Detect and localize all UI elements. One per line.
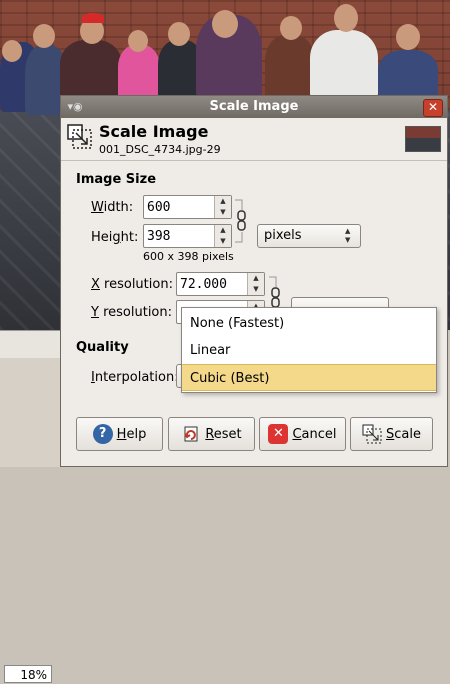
help-button[interactable]: ? Help <box>76 417 163 451</box>
photo-figure-head <box>212 10 238 38</box>
x-resolution-text: resolution: <box>99 277 173 292</box>
spin-down-icon[interactable]: ▼ <box>215 207 231 218</box>
interpolation-dropdown: None (Fastest) Linear Cubic (Best) <box>181 307 437 393</box>
dialog-window-title: Scale Image <box>209 99 299 114</box>
combo-arrows-icon: ▲ ▼ <box>345 227 351 244</box>
quality-section-label: Quality <box>76 340 129 355</box>
scale-icon <box>362 424 382 444</box>
reset-label: Reset <box>205 427 241 442</box>
spin-up-icon[interactable]: ▲ <box>215 196 231 207</box>
width-label-text: idth: <box>103 200 134 215</box>
image-thumbnail <box>405 126 441 152</box>
spin-up-icon[interactable]: ▲ <box>248 273 264 284</box>
dialog-titlebar[interactable]: ▾◉ Scale Image ✕ <box>61 96 447 118</box>
photo-figure <box>118 45 160 100</box>
photo-figure-head <box>334 4 358 32</box>
help-mnemonic: H <box>116 426 127 442</box>
photo-figure-head <box>396 24 420 50</box>
interpolation-option-none[interactable]: None (Fastest) <box>182 310 436 337</box>
unit-combo[interactable]: pixels ▲ ▼ <box>257 224 361 248</box>
photo-figure <box>82 13 104 23</box>
scale-image-icon <box>67 124 92 149</box>
x-resolution-mnemonic: X <box>91 277 100 292</box>
x-resolution-input[interactable] <box>180 275 243 293</box>
help-label-text: elp <box>126 426 147 442</box>
height-label: Height: <box>91 230 138 245</box>
photo-figure <box>378 50 438 100</box>
width-spinbutton[interactable]: ▲▼ <box>143 195 232 219</box>
photo-figure-head <box>128 30 148 52</box>
scale-label-text: cale <box>394 426 421 442</box>
help-icon: ? <box>92 424 113 444</box>
cancel-label: Cancel <box>292 427 336 442</box>
cancel-icon: ✕ <box>268 424 289 444</box>
help-label: Help <box>117 427 147 442</box>
canvas-status-bar: 18% <box>0 330 60 683</box>
spin-down-icon[interactable]: ▼ <box>248 284 264 295</box>
photo-figure <box>310 30 378 100</box>
height-spin-arrows[interactable]: ▲ ▼ <box>214 225 231 247</box>
zoom-field[interactable]: 18% <box>4 665 52 683</box>
y-resolution-text: resolution: <box>98 305 173 320</box>
spin-up-icon[interactable]: ▲ <box>215 225 231 236</box>
reset-label-text: eset <box>213 426 242 442</box>
photo-figure-head <box>2 40 22 62</box>
interpolation-option-cubic[interactable]: Cubic (Best) <box>182 364 436 391</box>
close-icon[interactable]: ✕ <box>423 99 443 117</box>
photo-figure <box>265 35 315 100</box>
photo-figure-head <box>33 24 55 48</box>
width-label: Width: <box>91 200 133 215</box>
x-resolution-spinbutton[interactable]: ▲▼ <box>176 272 265 296</box>
window-menu-icon[interactable]: ▾◉ <box>67 100 83 114</box>
height-spinbutton[interactable]: ▲▼ <box>143 224 232 248</box>
cancel-label-text: ancel <box>301 426 337 442</box>
width-label-mnemonic: W <box>91 200 104 215</box>
image-size-section-label: Image Size <box>76 172 157 187</box>
height-input[interactable] <box>147 227 210 245</box>
dialog-header: Scale Image 001_DSC_4734.jpg-29 <box>61 118 447 161</box>
reset-button[interactable]: Reset <box>168 417 255 451</box>
size-readout: 600 x 398 pixels <box>143 250 234 263</box>
y-resolution-mnemonic: Y <box>91 305 99 320</box>
canvas-background <box>0 358 60 467</box>
height-label-post: ht: <box>120 230 139 245</box>
interpolation-label: Interpolation: <box>91 370 179 385</box>
y-resolution-label: Y resolution: <box>91 305 172 320</box>
scale-label: Scale <box>386 427 421 442</box>
interpolation-option-linear[interactable]: Linear <box>182 337 436 364</box>
reset-icon <box>184 426 198 442</box>
width-spin-arrows[interactable]: ▲ ▼ <box>214 196 231 218</box>
interpolation-text: nterpolation: <box>94 370 179 385</box>
dialog-heading: Scale Image <box>99 122 209 141</box>
photo-figure-head <box>168 22 190 46</box>
cancel-mnemonic: C <box>292 426 302 442</box>
x-resolution-spin-arrows[interactable]: ▲ ▼ <box>247 273 264 295</box>
chain-link-icon[interactable] <box>234 196 248 246</box>
height-label-mnemonic: g <box>112 230 121 245</box>
spin-down-icon[interactable]: ▼ <box>215 236 231 247</box>
unit-combo-value: pixels <box>264 228 302 243</box>
image-filename: 001_DSC_4734.jpg-29 <box>99 143 221 156</box>
reset-mnemonic: R <box>205 426 214 442</box>
photo-figure-head <box>280 16 302 40</box>
height-label-pre: Hei <box>91 230 113 245</box>
scale-button[interactable]: Scale <box>350 417 433 451</box>
width-input[interactable] <box>147 198 210 216</box>
x-resolution-label: X resolution: <box>91 277 173 292</box>
photo-figure <box>60 40 122 100</box>
cancel-button[interactable]: ✕ Cancel <box>259 417 346 451</box>
